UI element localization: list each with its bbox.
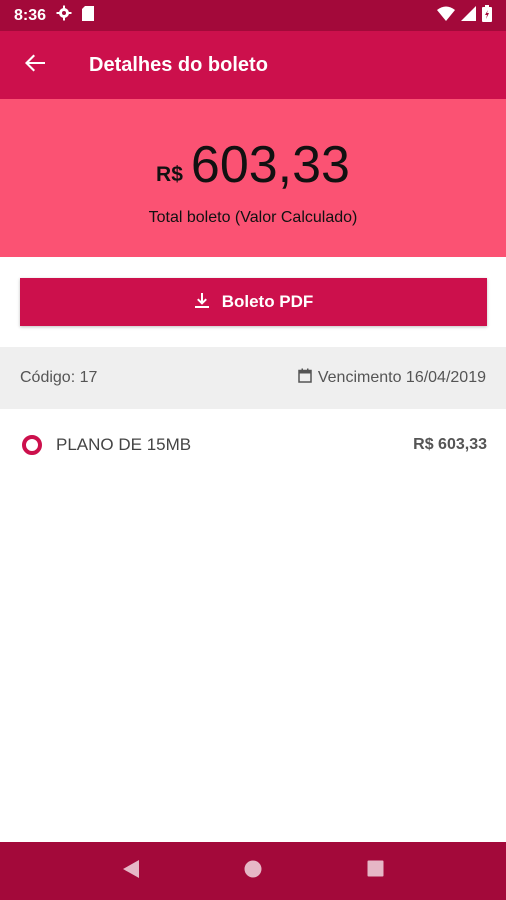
app-bar: Detalhes do boleto [0, 31, 506, 99]
download-icon [194, 292, 210, 313]
info-strip: Código: 17 Vencimento 16/04/2019 [0, 347, 506, 409]
item-price: R$ 603,33 [413, 436, 487, 453]
circle-bullet-icon [22, 435, 42, 455]
home-circle-icon [244, 860, 262, 883]
total-label: Total boleto (Valor Calculado) [148, 209, 358, 226]
calendar-icon [298, 368, 312, 388]
status-right [437, 4, 492, 27]
back-triangle-icon [122, 859, 140, 884]
nav-recents-button[interactable] [355, 851, 395, 891]
arrow-back-icon [24, 52, 46, 79]
amount-row: R$ 603,33 [0, 137, 506, 193]
status-bar: 8:36 [0, 0, 506, 31]
system-nav-bar [0, 842, 506, 900]
boleto-pdf-label: Boleto PDF [221, 292, 314, 311]
status-left: 8:36 [14, 5, 95, 26]
signal-icon [461, 5, 476, 26]
list-item[interactable]: PLANO DE 15MB R$ 603,33 [0, 420, 506, 470]
total-amount: 603,33 [190, 136, 350, 194]
status-time: 8:36 [14, 6, 47, 24]
code-label: Código: 17 [20, 369, 98, 386]
gear-icon [56, 5, 72, 26]
battery-icon [482, 4, 492, 27]
nav-home-button[interactable] [233, 851, 273, 891]
boleto-pdf-button[interactable]: Boleto PDF [20, 278, 487, 326]
total-summary: R$ 603,33 Total boleto (Valor Calculado) [0, 99, 506, 257]
item-name: PLANO DE 15MB [56, 435, 192, 454]
due-date: Vencimento 16/04/2019 [298, 368, 486, 388]
recents-square-icon [367, 860, 384, 882]
back-button[interactable] [0, 31, 70, 99]
page-title: Detalhes do boleto [89, 53, 268, 76]
wifi-icon [437, 6, 455, 26]
sd-card-icon [82, 5, 95, 26]
nav-back-button[interactable] [111, 851, 151, 891]
currency-symbol: R$ [156, 163, 183, 186]
due-date-label: Vencimento 16/04/2019 [317, 369, 486, 386]
